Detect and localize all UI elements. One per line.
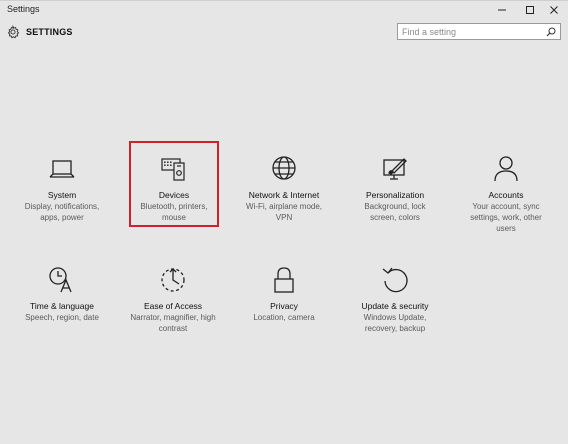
tile-description: Wi-Fi, airplane mode, VPN	[245, 202, 323, 222]
tile-name: Update & security	[361, 301, 429, 311]
tile-ease-of-access[interactable]: Ease of Access Narrator, magnifier, high…	[129, 265, 217, 334]
window-title: Settings	[7, 4, 40, 14]
person-icon	[494, 156, 518, 182]
tile-description: Display, notifications, apps, power	[24, 202, 100, 222]
laptop-icon	[49, 160, 75, 178]
page-title: SETTINGS	[26, 27, 73, 37]
tile-name: Devices	[158, 190, 190, 200]
personalization-icon	[383, 158, 407, 180]
refresh-icon	[382, 267, 408, 293]
tile-name: Personalization	[365, 190, 425, 200]
tile-network[interactable]: Network & Internet Wi-Fi, airplane mode,…	[240, 154, 328, 223]
maximize-icon	[526, 6, 534, 14]
tile-privacy[interactable]: Privacy Location, camera	[240, 265, 328, 323]
title-bar: Settings	[0, 1, 568, 19]
tile-personalization[interactable]: Personalization Background, lock screen,…	[351, 154, 439, 223]
tile-description: Windows Update, recovery, backup	[363, 313, 427, 333]
tile-name: Accounts	[488, 190, 524, 200]
tile-devices[interactable]: Devices Bluetooth, printers, mouse	[129, 141, 219, 227]
search-box[interactable]	[397, 23, 561, 40]
tile-accounts[interactable]: Accounts Your account, sync settings, wo…	[462, 154, 550, 234]
tile-time-language[interactable]: Time & language Speech, region, date	[18, 265, 106, 323]
tile-name: System	[47, 190, 77, 200]
minimize-icon	[498, 9, 506, 11]
close-button[interactable]	[540, 1, 568, 19]
tile-description: Bluetooth, printers, mouse	[140, 202, 208, 222]
tile-update-security[interactable]: Update & security Windows Update, recove…	[351, 265, 439, 334]
time-language-icon	[49, 267, 72, 293]
tile-description: Background, lock screen, colors	[364, 202, 426, 222]
tile-description: Narrator, magnifier, high contrast	[130, 313, 216, 333]
search-input[interactable]	[402, 25, 540, 38]
tile-system[interactable]: System Display, notifications, apps, pow…	[18, 154, 106, 223]
gear-icon	[7, 25, 20, 39]
tile-description: Location, camera	[253, 313, 315, 322]
ease-of-access-icon	[161, 268, 185, 292]
tile-description: Speech, region, date	[25, 313, 99, 322]
globe-icon	[272, 156, 296, 180]
tile-name: Network & Internet	[248, 190, 320, 200]
minimize-button[interactable]	[488, 1, 516, 19]
header: SETTINGS	[0, 21, 568, 45]
tile-name: Time & language	[30, 301, 94, 311]
devices-icon	[161, 158, 185, 181]
tile-name: Privacy	[270, 301, 298, 311]
tile-name: Ease of Access	[143, 301, 203, 311]
search-icon[interactable]	[546, 27, 556, 37]
tile-description: Your account, sync settings, work, other…	[470, 202, 542, 233]
settings-window: Settings SETTINGS Find a setting System …	[0, 0, 568, 444]
close-icon	[550, 6, 558, 14]
lock-icon	[274, 267, 294, 293]
